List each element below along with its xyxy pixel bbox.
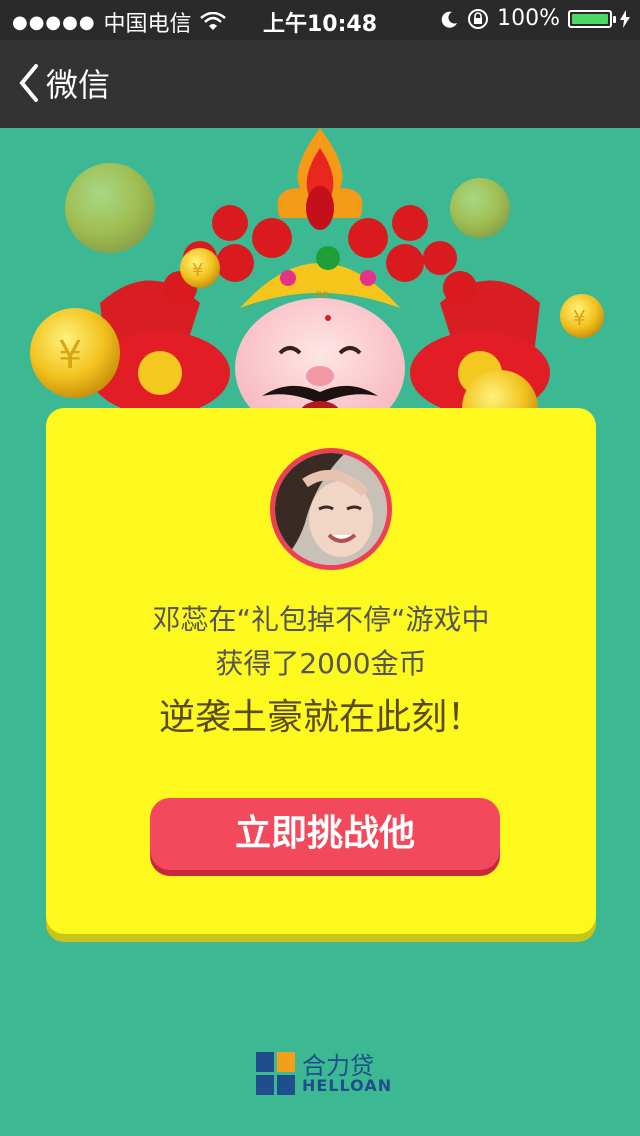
battery-icon [568,9,616,28]
challenge-card: 邓蕊在“礼包掉不停“游戏中 获得了2000金币 逆袭土豪就在此刻！ 立即挑战他 [46,408,596,934]
moon-icon [441,11,458,28]
avatar [270,448,392,570]
coin-icon: ¥ [30,308,120,398]
coin-icon: ¥ [180,248,220,288]
brand-logo: 合力贷 HELLOAN [256,1052,392,1096]
god-of-wealth-illustration: BG ¥ ¥ ¥ [0,128,640,418]
back-label: 微信 [46,66,111,104]
logo-icon [256,1052,296,1096]
message-headline: 逆袭土豪就在此刻！ [158,697,483,738]
message-line-2: 获得了2000金币 [215,647,427,680]
battery-level [572,13,608,24]
navigation-bar: 微信 [0,40,640,128]
brand-name-en: HELLOAN [302,1076,393,1095]
chevron-left-icon [19,64,38,102]
charging-icon [620,9,630,28]
svg-text:¥: ¥ [573,306,586,330]
brand-name-cn: 合力贷 [302,1052,374,1080]
message-line-1: 邓蕊在“礼包掉不停“游戏中 [152,603,490,636]
status-bar: ●●●●● 中国电信 上午10:48 100% [0,0,640,40]
coin-icon: ¥ [560,294,604,338]
svg-text:¥: ¥ [192,260,203,281]
challenge-button[interactable]: 立即挑战他 [150,798,500,870]
svg-text:¥: ¥ [58,333,82,377]
battery-percent: 100% [497,6,560,31]
back-button[interactable]: 微信 [18,60,110,106]
rotation-lock-icon [468,8,489,29]
